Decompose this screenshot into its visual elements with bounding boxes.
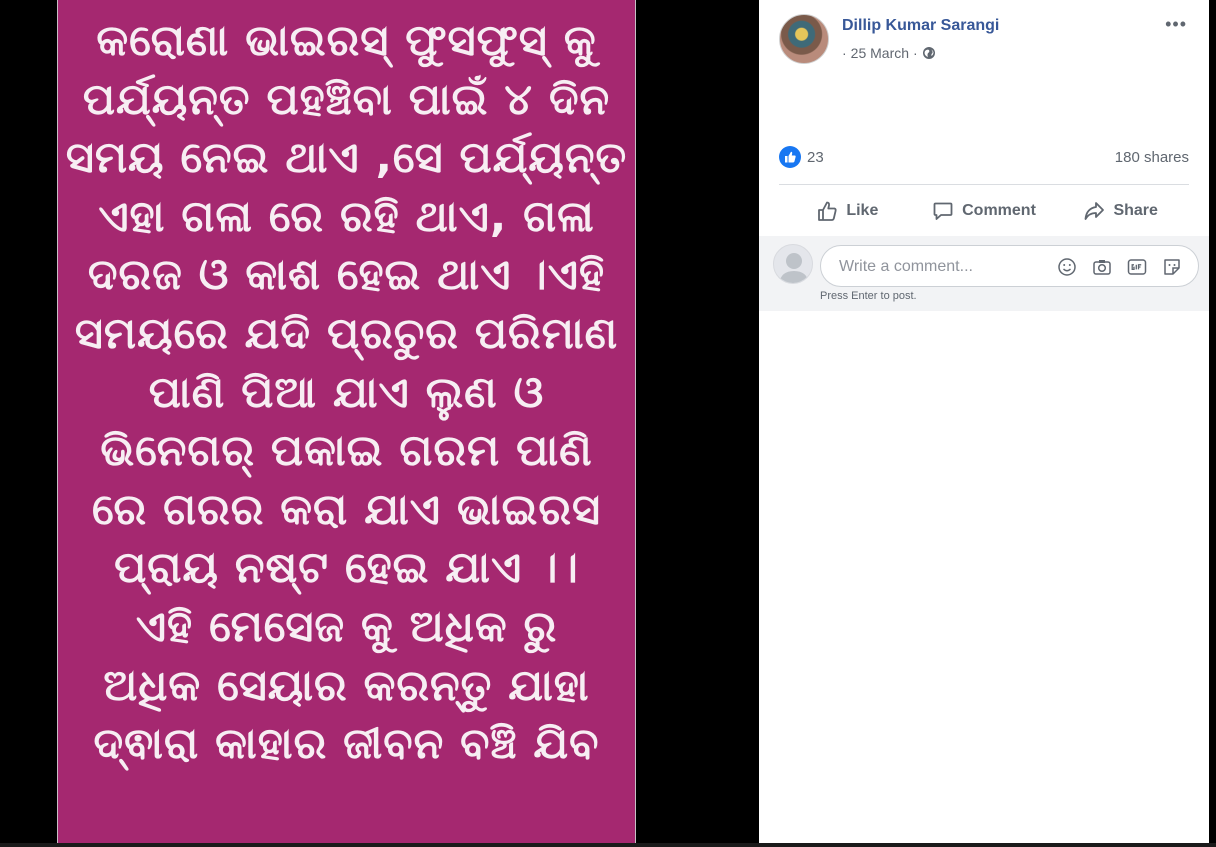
post-image-line: କରୋଣା ଭାଇରସ୍ ଫୁସଫୁସ୍ କୁ xyxy=(96,16,597,66)
camera-icon[interactable] xyxy=(1092,257,1112,277)
post-image-line: ଏହି ମେସେଜ କୁ ଅଧିକ ରୁ xyxy=(135,601,558,652)
post-image-line: ଭିନେଗର୍ ପକାଇ ଗରମ ପାଣି xyxy=(100,426,593,477)
sticker-icon[interactable] xyxy=(1162,257,1182,277)
like-label: Like xyxy=(846,202,879,219)
post-image-line: ପର୍ଯ୍ୟନ୍ତ ପହଞ୍ଚିବା ପାଇଁ ୪ ଦିନ xyxy=(82,74,611,125)
meta-separator: · xyxy=(913,45,918,61)
gif-icon[interactable] xyxy=(1127,257,1147,277)
comment-icon xyxy=(933,202,953,220)
more-options-icon[interactable]: ••• xyxy=(1165,14,1187,35)
like-reaction-icon xyxy=(779,146,801,168)
post-date[interactable]: 25 March xyxy=(851,45,909,61)
comment-input[interactable] xyxy=(837,246,1041,288)
post-image-line: ପ୍ରାୟ ନଷ୍ଟ ହେଇ ଯାଏ ।। xyxy=(114,543,579,594)
comment-button[interactable]: Comment xyxy=(916,190,1053,232)
share-button[interactable]: Share xyxy=(1052,190,1189,232)
post-image-line: ପାଣି ପିଆ ଯାଏ ଲୁଣ ଓ xyxy=(148,367,545,418)
post-image[interactable]: କରୋଣା ଭାଇରସ୍ ଫୁସଫୁସ୍ କୁ ପର୍ଯ୍ୟନ୍ତ ପହଞ୍ଚି… xyxy=(57,0,636,843)
commenter-avatar xyxy=(773,244,813,284)
viewer-bottom-strip xyxy=(0,843,1216,847)
comment-box xyxy=(820,245,1199,288)
like-button[interactable]: Like xyxy=(779,190,916,232)
share-icon xyxy=(1085,202,1105,220)
post-image-line: ଦ୍ଵାରା କାହାର ଜୀବନ ବଞ୍ଚି ଯିବ xyxy=(93,719,600,770)
meta-separator: · xyxy=(842,45,847,61)
post-image-line: ଅଧିକ ସେୟାର କରନ୍ତୁ ଯାହା xyxy=(103,660,590,711)
post-image-line: ଏହା ଗଳା ରେ ରହି ଥାଏ, ଗଳା xyxy=(98,191,595,242)
like-icon xyxy=(818,201,837,221)
post-image-line: ସମୟରେ ଯଦି ପ୍ରଚୁର ପରିମାଣ xyxy=(74,308,619,359)
post-details-panel: Dillip Kumar Sarangi · 25 March · ••• 23… xyxy=(759,0,1209,843)
shares-count[interactable]: 180 shares xyxy=(1115,149,1189,166)
divider xyxy=(779,184,1189,185)
comment-label: Comment xyxy=(962,202,1036,219)
post-image-line: ରେ ଗରର କରା ଯାଏ ଭାଇରସ xyxy=(91,484,602,535)
post-image-text: କରୋଣା ଭାଇରସ୍ ଫୁସଫୁସ୍ କୁ ପର୍ଯ୍ୟନ୍ତ ପହଞ୍ଚି… xyxy=(58,0,635,774)
post-meta: · 25 March · xyxy=(842,45,936,61)
reaction-summary[interactable]: 23 xyxy=(779,146,824,168)
author-avatar[interactable] xyxy=(779,14,829,64)
share-label: Share xyxy=(1113,202,1158,219)
reaction-count: 23 xyxy=(807,148,824,166)
emoji-icon[interactable] xyxy=(1057,257,1077,277)
comment-composer: Press Enter to post. xyxy=(759,236,1209,311)
globe-icon[interactable] xyxy=(922,46,936,60)
author-name-link[interactable]: Dillip Kumar Sarangi xyxy=(842,17,999,35)
press-enter-hint: Press Enter to post. xyxy=(820,290,917,302)
post-image-line: ସମୟ ନେଇ ଥାଏ ,ସେ ପର୍ଯ୍ୟନ୍ତ xyxy=(65,133,628,184)
post-image-line: ଦରଜ ଓ କାଶ ହେଇ ଥାଏ ।ଏହି xyxy=(87,250,606,301)
post-actions: Like Comment Share xyxy=(779,190,1189,232)
